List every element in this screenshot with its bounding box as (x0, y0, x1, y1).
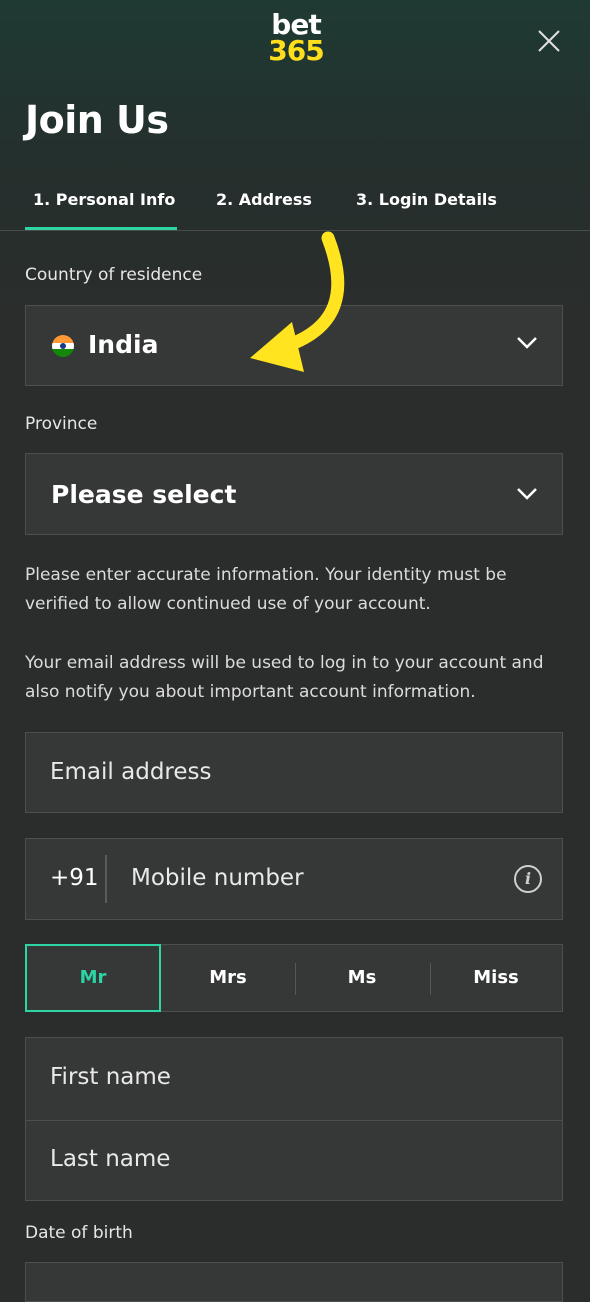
prefix-divider (105, 855, 107, 903)
segment-divider (295, 963, 296, 995)
phone-prefix: +91 (50, 865, 99, 891)
bet365-logo: bet 365 (266, 11, 326, 67)
name-fields: First name Last name (25, 1037, 563, 1201)
step-tabs: 1. Personal Info 2. Address 3. Login Det… (0, 178, 590, 231)
last-name-placeholder: Last name (50, 1146, 171, 1172)
chevron-down-icon (517, 488, 537, 500)
tab-address[interactable]: 2. Address (216, 190, 312, 209)
first-name-field[interactable]: First name (26, 1038, 562, 1120)
title-option-mrs[interactable]: Mrs (161, 945, 295, 1011)
mobile-field[interactable]: +91 Mobile number i (25, 838, 563, 920)
title-option-miss[interactable]: Miss (429, 945, 563, 1011)
tab-personal-info[interactable]: 1. Personal Info (24, 190, 178, 230)
province-select[interactable]: Please select (25, 453, 563, 535)
title-option-ms[interactable]: Ms (295, 945, 429, 1011)
title-option-mr[interactable]: Mr (25, 944, 161, 1012)
mobile-placeholder: Mobile number (131, 865, 304, 891)
chevron-down-icon (517, 337, 537, 349)
email-info-text: Your email address will be used to log i… (25, 653, 544, 702)
last-name-field[interactable]: Last name (26, 1120, 562, 1202)
email-field[interactable]: Email address (25, 732, 563, 813)
logo-bottom: 365 (268, 34, 324, 67)
title-selector: Mr Mrs Ms Miss (25, 944, 563, 1012)
tab-login-details[interactable]: 3. Login Details (356, 190, 497, 209)
page-title: Join Us (25, 98, 169, 142)
country-value: India (88, 330, 159, 359)
first-name-placeholder: First name (50, 1064, 171, 1090)
close-icon[interactable] (536, 28, 562, 54)
email-placeholder: Email address (50, 759, 212, 785)
dob-label: Date of birth (25, 1223, 133, 1243)
annotation-arrow (250, 231, 345, 372)
india-flag-icon (52, 335, 74, 357)
province-label: Province (25, 414, 98, 434)
info-icon[interactable]: i (514, 865, 542, 893)
segment-divider (430, 963, 431, 995)
country-label: Country of residence (25, 265, 203, 285)
dob-field[interactable] (25, 1262, 563, 1302)
province-value: Please select (51, 480, 237, 509)
identity-info-text: Please enter accurate information. Your … (25, 565, 507, 614)
